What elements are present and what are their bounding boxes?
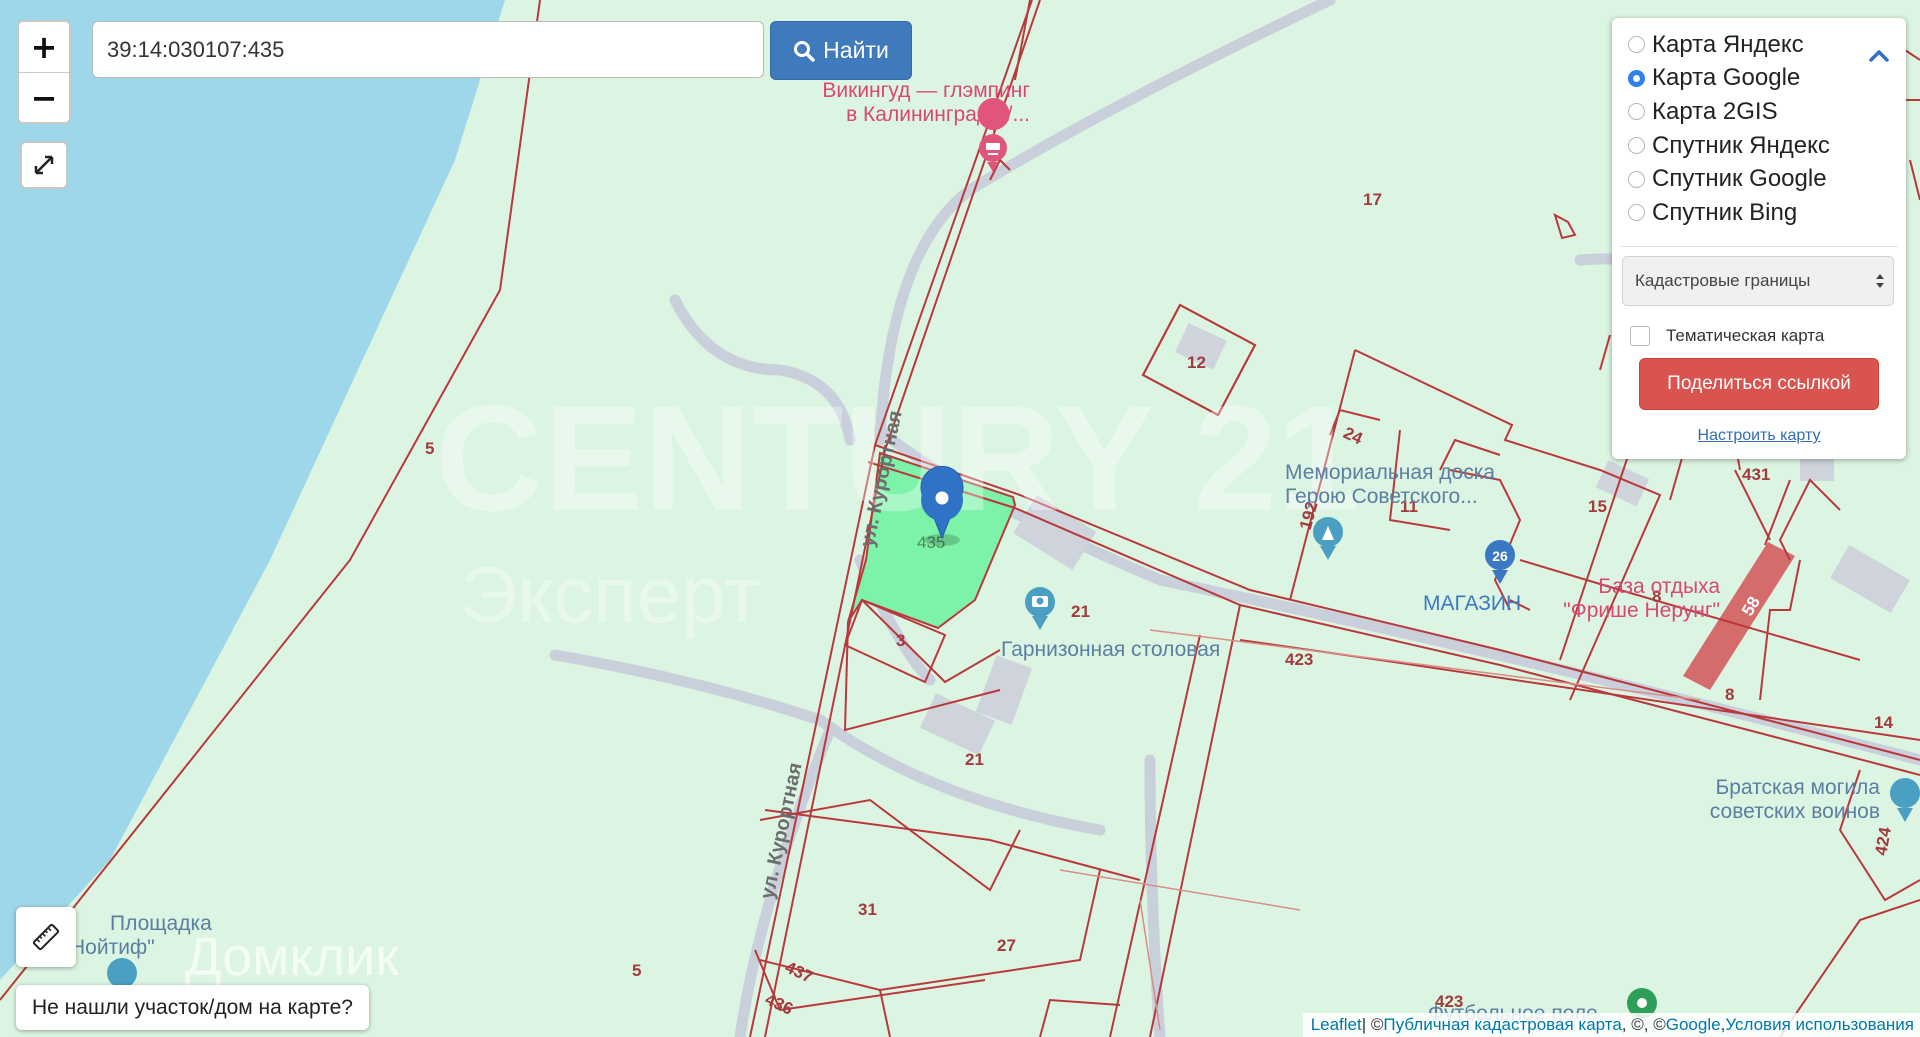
collapse-panel-button[interactable] (1868, 48, 1890, 67)
thematic-map-checkbox[interactable] (1630, 326, 1650, 346)
overlay-select-value: Кадастровые границы (1635, 271, 1811, 290)
select-arrows-icon (1876, 274, 1884, 288)
search-button[interactable]: Найти (770, 21, 912, 80)
layer-option-label: Спутник Bing (1652, 198, 1798, 226)
layer-option-label: Карта Google (1652, 64, 1801, 92)
parcel-number: 8 (1725, 685, 1734, 704)
watermark-century21: CENTURY 21 (435, 374, 1360, 542)
cadastral-search-input[interactable] (92, 21, 764, 78)
poi-shop-label: МАГАЗИН (1423, 592, 1521, 615)
poi-grave-label: советских воинов (1710, 800, 1880, 823)
parcel-number: 5 (632, 961, 641, 980)
parcel-number: 31 (858, 900, 877, 919)
watermark-domclick: Домклик (185, 927, 399, 987)
fullscreen-button[interactable] (20, 141, 68, 189)
parcel-number: 15 (1588, 497, 1607, 516)
zoom-out-button[interactable]: − (19, 72, 69, 122)
search-button-label: Найти (823, 37, 889, 63)
layer-option-bing-satellite[interactable]: Спутник Bing (1628, 196, 1830, 230)
watermark-expert: Эксперт (460, 550, 761, 639)
attribution-separator: , ©, © (1621, 1015, 1666, 1034)
poi-memorial-label: Мемориальная доска (1285, 461, 1495, 484)
parcel-number: 17 (1363, 190, 1382, 209)
poi-canteen-label: Гарнизонная столовая (1001, 638, 1220, 661)
configure-map-link[interactable]: Настроить карту (1612, 427, 1906, 445)
poi-resort-label: "Фрише Нерунг" (1563, 599, 1720, 622)
attribution-separator: | © (1361, 1015, 1384, 1034)
cadastral-map-link[interactable]: Публичная кадастровая карта (1383, 1015, 1621, 1035)
measure-tool-button[interactable] (16, 907, 76, 967)
base-layer-list: Карта Яндекс Карта Google Карта 2GIS Спу… (1628, 28, 1830, 230)
layers-panel: Карта Яндекс Карта Google Карта 2GIS Спу… (1612, 18, 1906, 459)
zoom-control: + − (17, 20, 71, 124)
thematic-map-label: Тематическая карта (1666, 326, 1825, 345)
parcel-number: 423 (1285, 650, 1313, 669)
panel-divider (1620, 246, 1898, 247)
layer-option-label: Карта Яндекс (1652, 30, 1804, 58)
parcel-number: 5 (425, 439, 434, 458)
layer-option-label: Спутник Яндекс (1652, 131, 1830, 159)
svg-text:26: 26 (1492, 548, 1508, 564)
parcel-number: 12 (1187, 353, 1206, 372)
parcel-number: 21 (1071, 602, 1090, 621)
layer-option-google-map[interactable]: Карта Google (1628, 62, 1830, 96)
search-icon (794, 40, 815, 62)
layer-option-yandex-map[interactable]: Карта Яндекс (1628, 28, 1830, 62)
map-attribution: Leaflet | © Публичная кадастровая карта … (1302, 1013, 1920, 1037)
layer-option-yandex-satellite[interactable]: Спутник Яндекс (1628, 129, 1830, 163)
ruler-icon (32, 923, 60, 951)
layer-option-2gis-map[interactable]: Карта 2GIS (1628, 95, 1830, 129)
layer-radio[interactable] (1628, 204, 1645, 222)
share-link-button[interactable]: Поделиться ссылкой (1639, 358, 1879, 410)
expand-icon (34, 155, 54, 175)
layer-radio[interactable] (1628, 170, 1645, 188)
parcel-number: 3 (896, 631, 905, 650)
parcel-number: 14 (1874, 713, 1893, 732)
layer-radio[interactable] (1628, 137, 1645, 155)
layer-radio-selected[interactable] (1628, 69, 1645, 87)
parcel-number: 431 (1742, 465, 1770, 484)
poi-playground-label: Нойтиф" (70, 936, 155, 959)
google-link[interactable]: Google (1666, 1015, 1721, 1035)
overlay-select[interactable]: Кадастровые границы (1622, 256, 1894, 306)
chevron-up-icon (1869, 50, 1889, 62)
parcel-number: 27 (997, 936, 1016, 955)
poi-glamping-label: Викингуд — глэмпинг (822, 79, 1030, 102)
layer-option-google-satellite[interactable]: Спутник Google (1628, 162, 1830, 196)
zoom-in-button[interactable]: + (19, 22, 69, 72)
layer-option-label: Спутник Google (1652, 165, 1827, 193)
poi-resort-label: База отдыха (1598, 575, 1720, 598)
poi-memorial-label: Герою Советского... (1285, 485, 1478, 508)
poi-playground-label: Площадка (110, 912, 212, 935)
thematic-map-toggle[interactable]: Тематическая карта (1630, 326, 1824, 346)
parcel-number: 21 (965, 750, 984, 769)
layer-option-label: Карта 2GIS (1652, 97, 1778, 125)
not-found-button[interactable]: Не нашли участок/дом на карте? (16, 985, 369, 1030)
terms-link[interactable]: Условия использования (1725, 1015, 1914, 1035)
layer-radio[interactable] (1628, 36, 1645, 54)
leaflet-link[interactable]: Leaflet (1311, 1015, 1362, 1035)
layer-radio[interactable] (1628, 103, 1645, 121)
poi-grave-label: Братская могила (1715, 776, 1880, 799)
